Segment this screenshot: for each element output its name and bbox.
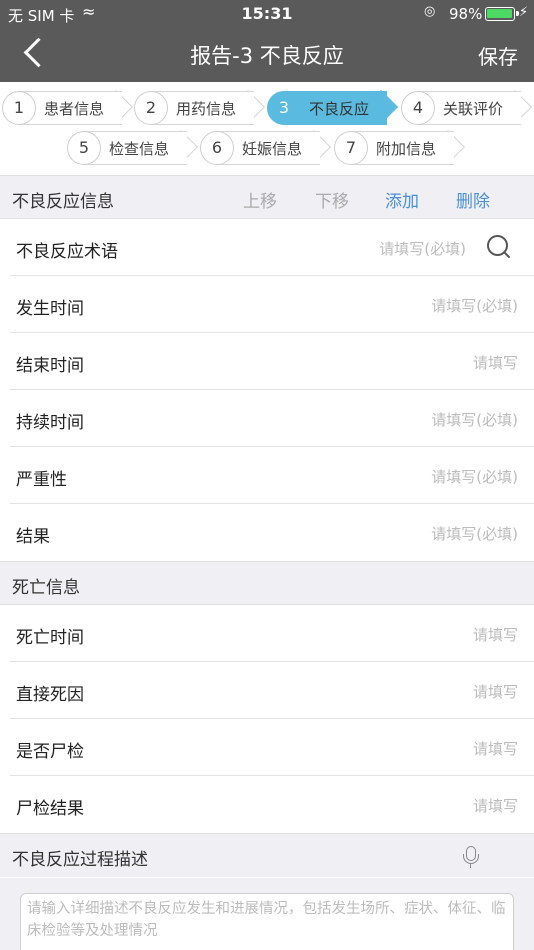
microphone-icon-stem: [469, 863, 471, 868]
field-label: 是否尸检: [16, 742, 84, 762]
field-severity[interactable]: 严重性 请填写(必填): [10, 447, 534, 504]
move-down-button[interactable]: 下移: [315, 187, 349, 212]
nav-bar: 无 SIM 卡 ≈ 15:31 ◎ 98% ⚡ 报告-3 不良反应 保存: [0, 0, 534, 82]
death-section-header: 死亡信息: [0, 561, 534, 605]
field-direct-cause[interactable]: 直接死因 请填写: [10, 662, 534, 719]
field-placeholder: 请填写(必填): [431, 525, 518, 543]
field-placeholder: 请填写: [472, 354, 518, 372]
move-up-button[interactable]: 上移: [243, 187, 277, 212]
charging-icon: ⚡: [519, 5, 529, 20]
status-bar: 无 SIM 卡 ≈ 15:31 ◎ 98% ⚡: [0, 0, 534, 28]
step-number: 1: [2, 91, 36, 125]
field-placeholder: 请填写(必填): [379, 240, 466, 258]
step-number: 5: [67, 131, 101, 165]
field-placeholder: 请填写(必填): [431, 468, 518, 486]
delete-button[interactable]: 删除: [456, 187, 490, 212]
process-description-textarea[interactable]: 请输入详细描述不良反应发生和进展情况，包括发生场所、症状、体征、临床检验等及处理…: [20, 893, 514, 950]
field-onset-time[interactable]: 发生时间 请填写(必填): [10, 276, 534, 333]
field-outcome[interactable]: 结果 请填写(必填): [10, 504, 534, 561]
field-label: 持续时间: [16, 413, 84, 433]
field-duration[interactable]: 持续时间 请填写(必填): [10, 390, 534, 447]
step-number: 3: [267, 91, 301, 125]
field-label: 直接死因: [16, 685, 84, 705]
process-description-area: 请输入详细描述不良反应发生和进展情况，包括发生场所、症状、体征、临床检验等及处理…: [0, 878, 534, 950]
field-placeholder: 请填写: [472, 740, 518, 758]
section-title: 死亡信息: [12, 578, 80, 598]
field-placeholder: 请填写: [472, 626, 518, 644]
field-adverse-term[interactable]: 不良反应术语 请填写(必填): [10, 219, 534, 276]
field-autopsy-result[interactable]: 尸检结果 请填写: [10, 776, 534, 833]
battery-percent: 98%: [449, 5, 483, 23]
section-title: 不良反应信息: [12, 192, 114, 212]
step-number: 2: [134, 91, 168, 125]
field-autopsy-done[interactable]: 是否尸检 请填写: [10, 719, 534, 776]
save-button[interactable]: 保存: [478, 41, 518, 70]
field-death-time[interactable]: 死亡时间 请填写: [10, 605, 534, 662]
battery-icon: [485, 7, 519, 21]
search-icon[interactable]: [486, 234, 512, 260]
rotation-lock-icon: ◎: [424, 4, 436, 19]
page-title: 报告-3 不良反应: [190, 44, 344, 68]
field-label: 发生时间: [16, 299, 84, 319]
field-placeholder: 请填写(必填): [431, 297, 518, 315]
field-label: 结束时间: [16, 356, 84, 376]
add-button[interactable]: 添加: [385, 187, 419, 212]
field-label: 严重性: [16, 470, 67, 490]
step-number: 7: [334, 131, 368, 165]
field-label: 死亡时间: [16, 628, 84, 648]
step-progress: 1 患者信息 2 用药信息 3 不良反应 4 关联评价 5 检查信息 6 妊娠信…: [0, 82, 534, 174]
field-placeholder: 请填写: [472, 683, 518, 701]
field-label: 尸检结果: [16, 799, 84, 819]
step-number: 4: [401, 91, 435, 125]
process-section-header: 不良反应过程描述: [0, 833, 534, 877]
adverse-section-header: 不良反应信息 上移 下移 添加 删除: [0, 175, 534, 219]
field-placeholder: 请填写: [472, 797, 518, 815]
step-number: 6: [200, 131, 234, 165]
field-end-time[interactable]: 结束时间 请填写: [10, 333, 534, 390]
field-placeholder: 请填写(必填): [431, 411, 518, 429]
section-title: 不良反应过程描述: [12, 850, 148, 870]
field-label: 不良反应术语: [16, 242, 118, 262]
field-label: 结果: [16, 527, 50, 547]
